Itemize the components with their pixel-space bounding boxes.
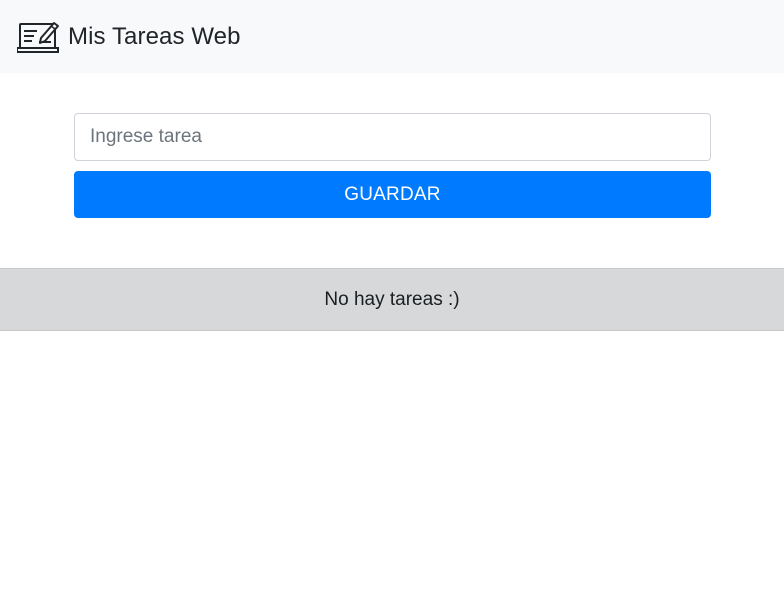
notebook-pen-icon[interactable] — [17, 20, 61, 54]
save-button[interactable]: GUARDAR — [74, 171, 711, 218]
empty-tasks-message: No hay tareas :) — [324, 288, 460, 310]
app-title[interactable]: Mis Tareas Web — [68, 24, 241, 49]
navbar: Mis Tareas Web — [0, 0, 784, 73]
task-input[interactable] — [74, 113, 711, 161]
empty-tasks-alert: No hay tareas :) — [0, 268, 784, 331]
